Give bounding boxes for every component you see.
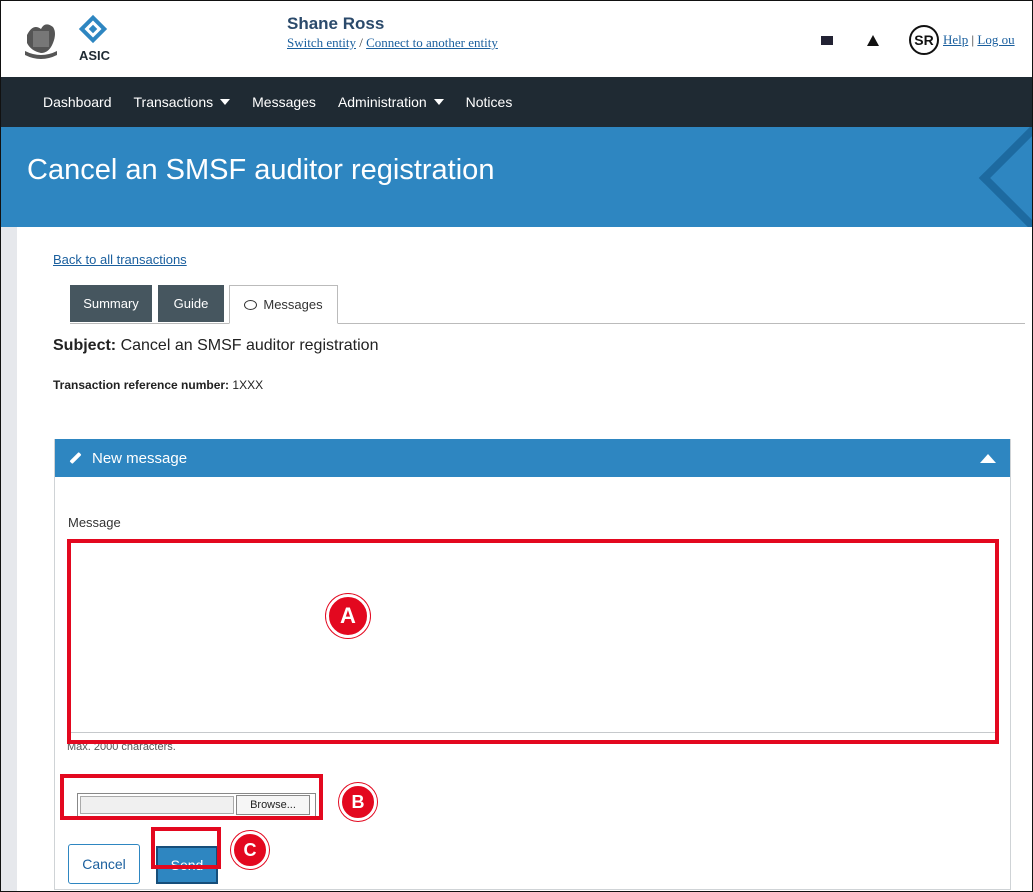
nav-transactions-label: Transactions [133,94,214,110]
panel-heading: New message [92,449,188,467]
highlight-box-a [67,539,999,744]
user-name: Shane Ross [287,14,385,33]
marker-c: C [231,831,269,869]
nav-messages[interactable]: Messages [252,94,316,110]
subject-value: Cancel an SMSF auditor registration [120,337,379,354]
tab-guide-label: Guide [173,296,209,311]
transaction-reference: Transaction reference number: 1XXX [53,378,263,392]
collapse-up-icon[interactable] [980,454,996,463]
main-nav: Dashboard Transactions Messages Administ… [1,77,1032,127]
user-block: Shane Ross Switch entity / Connect to an… [287,15,498,51]
nav-transactions[interactable]: Transactions [134,94,231,110]
left-gutter [1,227,17,891]
nav-messages-label: Messages [252,94,316,110]
subject-label: Subject: [53,337,117,354]
nav-dashboard[interactable]: Dashboard [43,94,112,110]
help-links: Help | Log ou [943,32,1015,48]
txref-label: Transaction reference number: [53,378,230,392]
panel-header[interactable]: New message [55,439,1010,477]
separator: / [359,35,363,50]
nav-dashboard-label: Dashboard [43,94,112,110]
message-label: Message [68,515,121,530]
caret-down-icon [220,99,231,105]
caret-down-icon [433,99,444,105]
txref-value: 1XXX [232,378,264,392]
connect-entity-link[interactable]: Connect to another entity [366,35,498,50]
page-banner: Cancel an SMSF auditor registration [1,127,1032,227]
logout-link[interactable]: Log ou [977,32,1014,47]
tab-guide[interactable]: Guide [158,285,224,322]
pipe-separator: | [971,32,975,47]
tab-messages-label: Messages [263,297,323,312]
marker-b: B [339,783,377,821]
pencil-icon [69,451,82,465]
entity-links: Switch entity / Connect to another entit… [287,35,498,51]
tab-bar: Summary Guide Messages [70,285,1025,324]
alert-icon[interactable] [867,34,879,46]
tab-messages[interactable]: Messages [229,285,338,324]
nav-administration-label: Administration [337,94,427,110]
back-to-transactions-link[interactable]: Back to all transactions [53,252,187,267]
marker-a: A [326,594,370,638]
subject-line: Subject: Cancel an SMSF auditor registra… [53,337,378,355]
highlight-box-c [151,827,221,869]
page-title: Cancel an SMSF auditor registration [27,154,495,186]
logo-text: ASIC [79,48,111,63]
chevron-decoration [978,127,1032,227]
highlight-box-b [60,774,323,820]
help-link[interactable]: Help [943,32,968,47]
cancel-button[interactable]: Cancel [68,844,140,884]
nav-administration[interactable]: Administration [338,94,444,110]
envelope-icon[interactable] [821,35,833,45]
top-icons: SR Help | Log ou [821,25,1015,55]
top-header: ASIC Shane Ross Switch entity / Connect … [1,1,1032,77]
speech-bubble-icon [244,299,258,310]
nav-notices-label: Notices [465,94,513,110]
avatar[interactable]: SR [909,25,939,55]
asic-logo [25,14,108,59]
switch-entity-link[interactable]: Switch entity [287,35,356,50]
app-window: ASIC Shane Ross Switch entity / Connect … [0,0,1033,892]
nav-notices[interactable]: Notices [466,94,513,110]
tab-summary-label: Summary [83,296,139,311]
tab-summary[interactable]: Summary [70,285,152,322]
